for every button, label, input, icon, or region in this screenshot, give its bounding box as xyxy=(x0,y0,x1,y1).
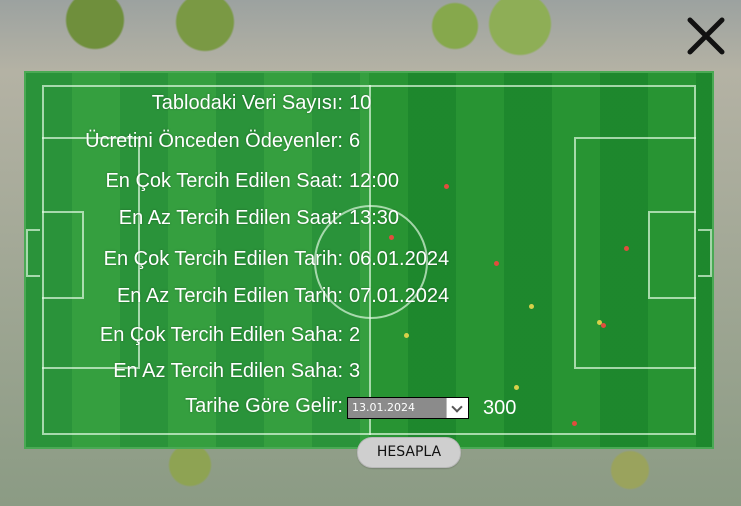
chevron-down-icon xyxy=(451,401,463,413)
stat-value: 13:30 xyxy=(349,207,400,229)
stat-row-least-preferred-date: En Az Tercih Edilen Tarih: 07.01.2024 xyxy=(0,284,741,308)
stat-value: 06.01.2024 xyxy=(349,248,450,270)
stat-row-most-preferred-time: En Çok Tercih Edilen Saat: 12:00 xyxy=(0,169,741,193)
calculate-button[interactable]: HESAPLA xyxy=(357,437,461,468)
stat-row-most-preferred-field: En Çok Tercih Edilen Saha: 2 xyxy=(0,323,741,347)
stat-label: Ücretini Önceden Ödeyenler: xyxy=(85,130,343,152)
stat-label: En Çok Tercih Edilen Saat: xyxy=(105,170,343,192)
stat-label: En Az Tercih Edilen Saat: xyxy=(118,207,343,229)
stat-row-prepaid: Ücretini Önceden Ödeyenler: 6 xyxy=(0,129,741,153)
income-label: Tarihe Göre Gelir: xyxy=(185,395,343,417)
stat-label: En Az Tercih Edilen Tarih: xyxy=(116,285,343,307)
date-picker-dropdown-button[interactable] xyxy=(446,398,468,418)
statistics-panel: Tablodaki Veri Sayısı: 10 Ücretini Önced… xyxy=(0,0,741,506)
stat-label: En Az Tercih Edilen Saha: xyxy=(113,360,343,382)
stat-value: 2 xyxy=(349,324,361,346)
stat-label: Tablodaki Veri Sayısı: xyxy=(151,92,343,114)
stat-value: 3 xyxy=(349,360,361,382)
close-button[interactable] xyxy=(684,14,728,58)
income-value: 300 xyxy=(483,397,517,419)
stat-value: 10 xyxy=(349,92,372,114)
stat-value: 6 xyxy=(349,130,361,152)
stat-row-least-preferred-time: En Az Tercih Edilen Saat: 13:30 xyxy=(0,206,741,230)
stat-row-most-preferred-date: En Çok Tercih Edilen Tarih: 06.01.2024 xyxy=(0,247,741,271)
stat-label: En Çok Tercih Edilen Tarih: xyxy=(103,248,343,270)
stat-value: 12:00 xyxy=(349,170,400,192)
stat-row-record-count: Tablodaki Veri Sayısı: 10 xyxy=(0,91,741,115)
stat-row-least-preferred-field: En Az Tercih Edilen Saha: 3 xyxy=(0,359,741,383)
stat-value: 07.01.2024 xyxy=(349,285,450,307)
stat-label: En Çok Tercih Edilen Saha: xyxy=(99,324,343,346)
date-picker[interactable]: 13.01.2024 xyxy=(347,397,469,419)
close-icon xyxy=(687,17,725,55)
date-picker-value: 13.01.2024 xyxy=(352,401,415,414)
